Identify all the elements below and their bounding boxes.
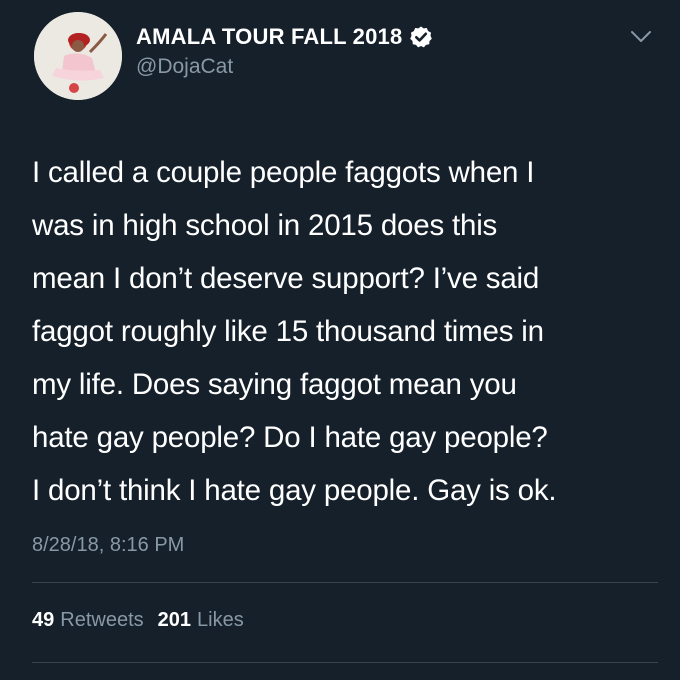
tweet-text-line: I don’t think I hate gay people. Gay is … [32,474,557,507]
tweet-card: AMALA TOUR FALL 2018 @DojaCat I called a… [0,0,680,680]
retweets-count: 49 [32,609,55,631]
likes-count: 201 [157,609,191,631]
tweet-text-line: mean I don’t deserve support? I’ve said [32,262,540,295]
likes-label: Likes [197,609,244,631]
tweet-text-line: hate gay people? Do I hate gay people? [32,421,548,454]
tweet-timestamp[interactable]: 8/28/18, 8:16 PM [32,534,184,557]
avatar[interactable] [34,12,122,100]
likes-stat[interactable]: 201 Likes [158,609,244,632]
tweet-text-line: faggot roughly like 15 thousand times in [32,315,544,348]
tweet-text: I called a couple people faggots when I … [32,146,656,517]
chevron-down-icon[interactable] [630,30,652,44]
retweets-label: Retweets [60,609,144,631]
verified-badge-icon [409,25,433,49]
user-handle[interactable]: @DojaCat [136,55,233,79]
retweets-stat[interactable]: 49 Retweets [32,609,144,632]
tweet-text-line: was in high school in 2015 does this [32,209,498,242]
divider [32,582,658,583]
display-name-row[interactable]: AMALA TOUR FALL 2018 [136,24,433,50]
tweet-text-line: I called a couple people faggots when I [32,156,535,189]
engagement-stats: 49 Retweets 201 Likes [32,609,244,632]
tweet-text-line: my life. Does saying faggot mean you [32,368,517,401]
divider [32,662,658,663]
display-name[interactable]: AMALA TOUR FALL 2018 [136,24,402,50]
